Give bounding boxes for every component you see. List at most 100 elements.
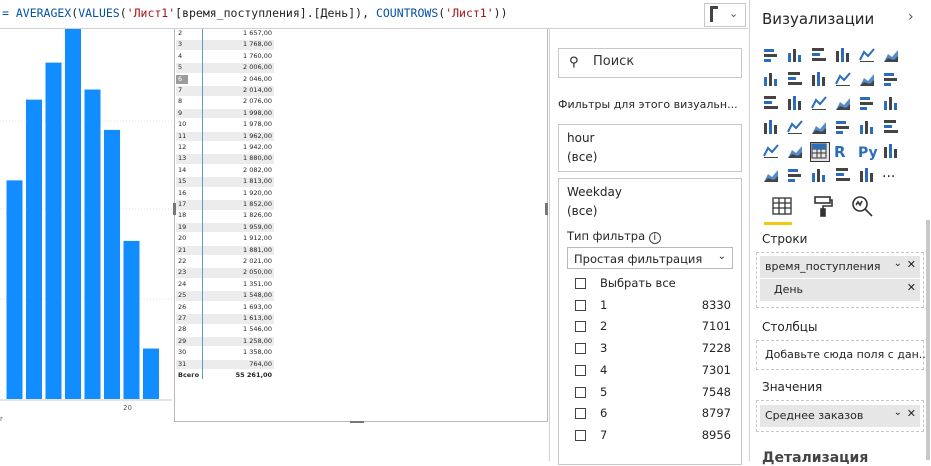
columns-well[interactable]: Добавьте сюда поля с дан... (756, 340, 929, 370)
value-cell: 1 813,00 (243, 177, 272, 186)
filter-checkbox[interactable] (575, 429, 586, 441)
chart-bar[interactable] (123, 240, 140, 399)
day-cell: 11 (178, 131, 187, 140)
filter-search-box[interactable]: ⚲ Поиск (558, 48, 742, 78)
table-row[interactable]: 20 1 912,00 (176, 234, 274, 244)
resize-handle-left[interactable] (173, 203, 176, 215)
formula-expand-control[interactable]: ⌄ (704, 3, 746, 27)
filter-item-count: 7548 (701, 384, 731, 399)
formula-bar-handle-icon (710, 6, 718, 22)
filter-item-label[interactable]: Выбрать все (600, 276, 676, 290)
filter-checkbox[interactable] (575, 343, 586, 355)
rows-well[interactable]: время_поступления ⌄ ✕ День ✕ (756, 252, 924, 308)
table-row[interactable]: 12 1 942,00 (176, 143, 274, 153)
table-row[interactable]: 8 2 076,00 (176, 97, 274, 107)
formula-token: VALUES (78, 6, 120, 20)
table-row[interactable]: 22 2 021,00 (176, 257, 274, 267)
table-row[interactable]: 27 1 613,00 (176, 314, 274, 324)
filter-value: (все) (567, 150, 598, 164)
table-row[interactable]: 9 1 998,00 (176, 108, 274, 119)
resize-handle-right[interactable] (545, 203, 548, 215)
filter-checkbox[interactable] (575, 321, 586, 333)
table-row[interactable]: 5 2 006,00 (176, 63, 274, 73)
table-row[interactable]: 17 1 852,00 (176, 200, 274, 210)
table-row[interactable]: 19 1 959,00 (176, 222, 274, 233)
rows-field-chip[interactable]: время_поступления ⌄ ✕ (760, 256, 920, 278)
close-icon[interactable]: ✕ (907, 258, 916, 271)
chevron-down-icon[interactable]: ⌄ (729, 7, 738, 20)
close-icon[interactable]: ✕ (907, 407, 916, 420)
table-row[interactable]: 13 1 880,00 (176, 154, 274, 164)
resize-handle-bottom[interactable] (350, 421, 364, 423)
table-row[interactable]: 29 1 258,00 (176, 336, 274, 347)
table-row[interactable]: 26 1 693,00 (176, 303, 274, 313)
chart-bar[interactable] (104, 129, 120, 399)
chevron-down-icon[interactable]: ⌄ (894, 407, 902, 418)
chart-bar[interactable] (143, 348, 159, 399)
chart-bar[interactable] (6, 180, 23, 399)
table-row[interactable]: 18 1 826,00 (176, 211, 274, 221)
filter-checkbox[interactable] (575, 299, 586, 311)
value-cell: 1 548,00 (243, 291, 272, 300)
filter-item-label[interactable]: 3 (600, 341, 607, 355)
values-well[interactable]: Среднее заказов ⌄ ✕ (756, 400, 924, 432)
filter-item-label[interactable]: 6 (600, 406, 607, 420)
table-row[interactable]: 23 2 050,00 (176, 268, 274, 278)
day-cell: 12 (178, 143, 187, 151)
dax-formula-text[interactable]: = AVERAGEX(VALUES('Лист1'[время_поступле… (2, 6, 508, 20)
table-row[interactable]: 31 764,00 (176, 359, 274, 370)
day-cell: 6 (176, 74, 189, 85)
chart-bar[interactable] (26, 99, 42, 400)
table-row[interactable]: 6 2 046,00 (176, 74, 274, 85)
value-cell: 2 014,00 (243, 86, 272, 94)
table-row[interactable]: 25 1 548,00 (176, 291, 274, 301)
filter-checkbox[interactable] (575, 278, 586, 289)
table-row[interactable]: 2 1 657,00 (176, 29, 274, 39)
table-row[interactable]: 7 2 014,00 (176, 86, 274, 96)
day-cell: 5 (178, 63, 183, 72)
filter-checkbox[interactable] (575, 364, 586, 376)
value-cell: 764,00 (249, 359, 272, 368)
filter-item-label[interactable]: 7 (600, 428, 607, 442)
chart-bar[interactable] (65, 29, 81, 399)
table-row[interactable]: 24 1 351,00 (176, 280, 274, 290)
value-cell: 2 046,00 (243, 74, 272, 83)
day-cell: 23 (178, 268, 187, 277)
filter-item-label[interactable]: 1 (600, 298, 607, 312)
pane-scrollbar[interactable] (926, 220, 930, 460)
close-icon[interactable]: ✕ (907, 281, 916, 294)
chart-bar[interactable] (45, 62, 62, 400)
fields-tab-icon[interactable] (770, 194, 794, 218)
formula-bar[interactable]: = AVERAGEX(VALUES('Лист1'[время_поступле… (0, 0, 748, 29)
x-axis-title-fragment: r (0, 415, 3, 423)
table-row[interactable]: 16 1 920,00 (176, 189, 274, 199)
filter-checkbox[interactable] (575, 408, 586, 420)
rows-subfield-chip[interactable]: День ✕ (760, 279, 920, 301)
filter-item-label[interactable]: 5 (600, 385, 607, 399)
table-row[interactable]: 3 1 768,00 (176, 40, 274, 50)
table-row[interactable]: 10 1 978,00 (176, 120, 274, 130)
field-name: Среднее заказов (765, 409, 864, 422)
value-cell: 1 881,00 (243, 245, 272, 254)
table-row[interactable]: 28 1 546,00 (176, 325, 274, 335)
table-row[interactable]: 14 2 082,00 (176, 166, 274, 176)
active-tab-indicator (764, 222, 792, 225)
table-row[interactable]: 11 1 962,00 (176, 131, 274, 142)
filter-item-count: 7228 (701, 341, 731, 356)
column-chart[interactable]: 20 r (0, 29, 172, 429)
filter-card-hour[interactable]: hour (все) (558, 124, 742, 172)
column-resize-line[interactable] (202, 29, 203, 379)
table-row[interactable]: 21 1 881,00 (176, 245, 274, 256)
values-field-chip[interactable]: Среднее заказов ⌄ ✕ (760, 405, 920, 427)
analytics-magnifier-icon[interactable] (850, 194, 874, 218)
table-row[interactable]: 15 1 813,00 (176, 177, 274, 187)
filter-item-label[interactable]: 2 (600, 319, 607, 333)
format-paint-roller-icon[interactable] (811, 194, 835, 218)
filter-checkbox[interactable] (575, 386, 586, 398)
table-row[interactable]: 4 1 760,00 (176, 52, 274, 62)
filter-item-label[interactable]: 4 (600, 363, 607, 377)
table-row[interactable]: 30 1 358,00 (176, 348, 274, 358)
chart-bar[interactable] (84, 89, 101, 399)
filter-card-weekday[interactable]: Weekday (все) Тип фильтра i Простая филь… (558, 178, 742, 465)
chevron-down-icon[interactable]: ⌄ (894, 258, 902, 269)
